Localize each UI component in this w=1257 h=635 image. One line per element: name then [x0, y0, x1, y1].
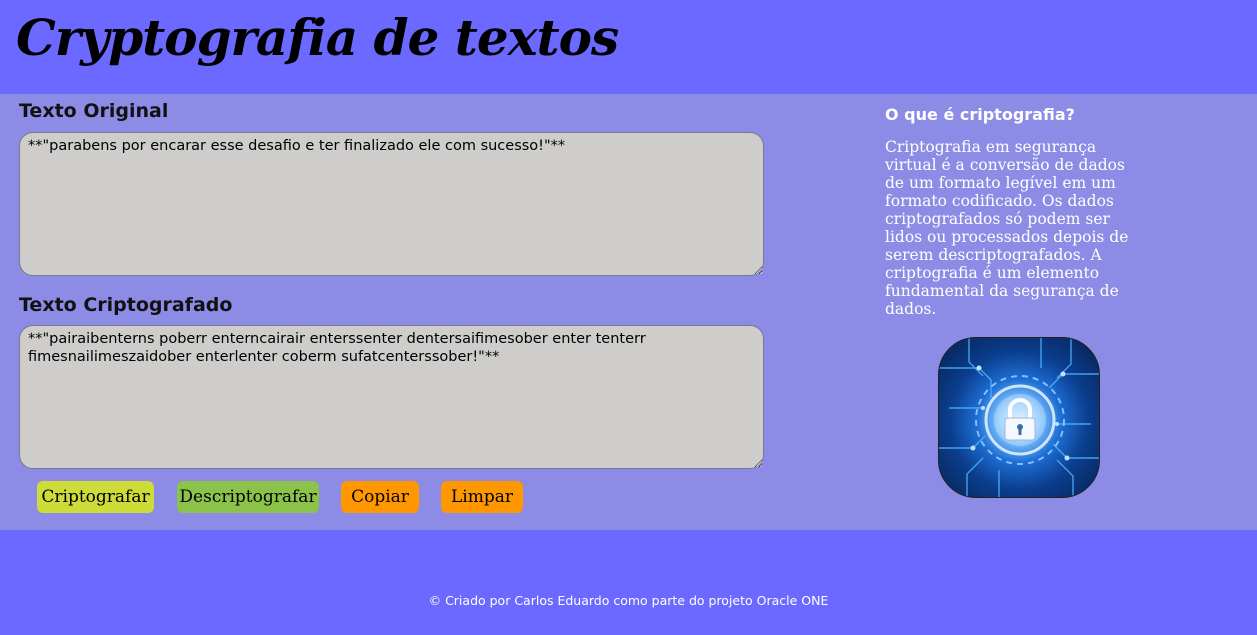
footer-credit: © Criado por Carlos Eduardo como parte d…: [428, 593, 829, 608]
padlock-circuit-graphic: [939, 338, 1099, 497]
page-header: Cryptografia de textos: [0, 0, 1257, 94]
aside-title: O que é criptografia?: [885, 105, 1075, 124]
site-title: Cryptografia de textos: [16, 8, 619, 67]
encrypted-text-label: Texto Criptografado: [19, 294, 233, 316]
decrypt-button[interactable]: Descriptografar: [177, 481, 319, 513]
page-footer: © Criado por Carlos Eduardo como parte d…: [0, 530, 1257, 635]
original-text-input[interactable]: **"parabens por encarar esse desafio e t…: [19, 132, 764, 276]
copy-button[interactable]: Copiar: [341, 481, 419, 513]
encrypt-button[interactable]: Criptografar: [37, 481, 154, 513]
main-panel: Texto Original **"parabens por encarar e…: [0, 94, 1257, 530]
padlock-circuit-icon: [938, 337, 1100, 498]
encrypted-text-output[interactable]: **"pairaibenterns poberr enterncairair e…: [19, 325, 764, 469]
original-text-label: Texto Original: [19, 100, 169, 122]
aside-description: Criptografia em segurança virtual é a co…: [885, 138, 1129, 318]
clear-button[interactable]: Limpar: [441, 481, 523, 513]
